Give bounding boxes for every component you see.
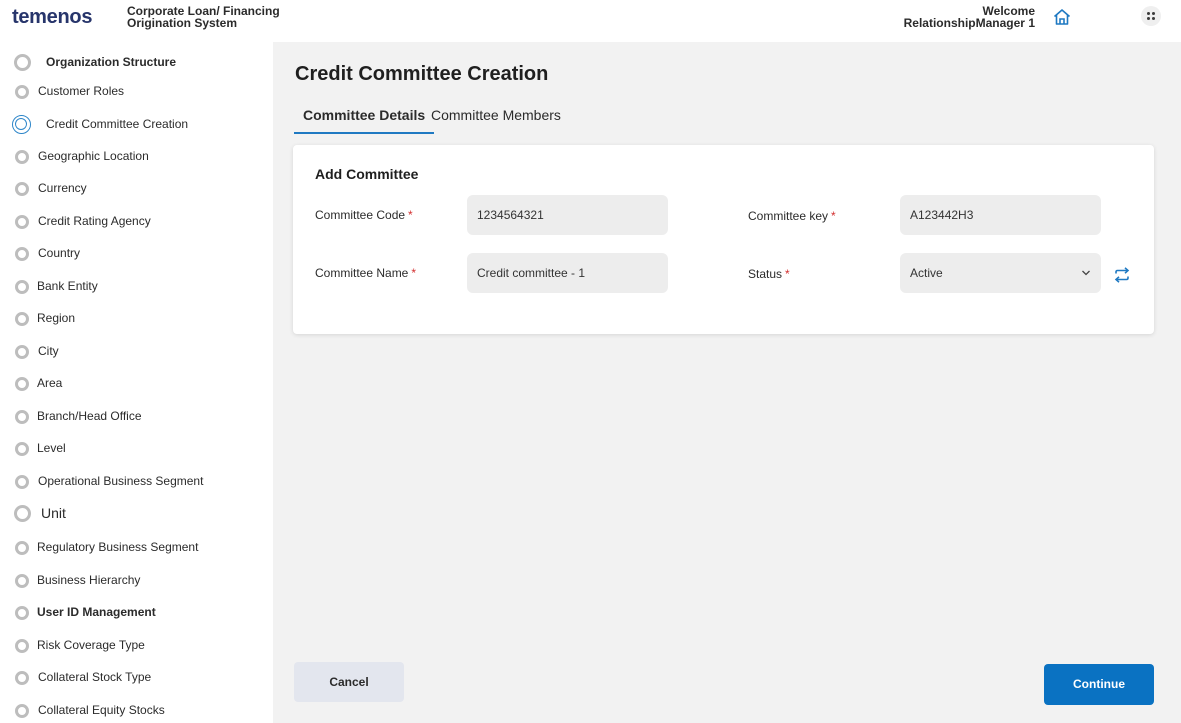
committee-code-label: Committee Code * xyxy=(315,208,413,222)
sidebar-item-operational-business-segment[interactable]: Operational Business Segment xyxy=(0,468,273,498)
required-marker: * xyxy=(785,267,790,281)
sidebar-item-label: Organization Structure xyxy=(46,55,177,69)
radio-icon xyxy=(15,639,29,653)
radio-icon xyxy=(15,312,29,326)
apps-grid-icon[interactable] xyxy=(1141,6,1161,26)
sidebar-item-country[interactable]: Country xyxy=(0,240,273,270)
temenos-logo: temenos xyxy=(12,6,93,28)
sidebar-item-geographic-location[interactable]: Geographic Location xyxy=(0,143,273,173)
sidebar-item-label: Unit xyxy=(41,505,66,521)
sidebar-item-level[interactable]: Level xyxy=(0,435,273,465)
sidebar-item-label: Currency xyxy=(38,181,87,195)
radio-icon xyxy=(15,671,29,685)
committee-name-label: Committee Name * xyxy=(315,266,416,280)
radio-icon xyxy=(15,377,29,391)
sidebar-item-business-hierarchy[interactable]: Business Hierarchy xyxy=(0,567,273,597)
radio-icon xyxy=(15,704,29,718)
status-label: Status * xyxy=(748,267,790,281)
sidebar-item-label: Risk Coverage Type xyxy=(37,638,145,652)
required-marker: * xyxy=(411,266,417,280)
status-label-text: Status xyxy=(748,267,783,281)
required-marker: * xyxy=(831,209,836,223)
sidebar-item-label: Business Hierarchy xyxy=(37,573,141,587)
sidebar-item-customer-roles[interactable]: Customer Roles xyxy=(0,78,273,108)
app-title: Corporate Loan/ Financing Origination Sy… xyxy=(127,5,280,29)
sidebar-item-user-id-management[interactable]: User ID Management xyxy=(0,599,273,629)
radio-icon xyxy=(15,475,29,489)
sidebar-item-label: Area xyxy=(37,376,63,390)
home-icon[interactable] xyxy=(1052,7,1072,27)
cancel-button[interactable]: Cancel xyxy=(294,662,404,702)
page-title: Credit Committee Creation xyxy=(295,63,549,85)
chevron-down-icon xyxy=(1082,270,1090,276)
committee-key-input[interactable]: A123442H3 xyxy=(900,195,1101,235)
radio-icon xyxy=(15,574,29,588)
radio-icon xyxy=(15,215,29,229)
main-content: Credit Committee Creation Committee Deta… xyxy=(273,42,1181,723)
radio-selected-icon xyxy=(12,115,31,134)
user-name: RelationshipManager 1 xyxy=(903,16,1035,30)
committee-key-label-text: Committee key xyxy=(748,209,829,223)
sidebar-item-label: Bank Entity xyxy=(37,279,98,293)
required-marker: * xyxy=(408,208,413,222)
committee-code-label-text: Committee Code xyxy=(315,208,406,222)
radio-icon xyxy=(15,442,29,456)
radio-icon xyxy=(14,505,31,522)
sidebar-item-unit[interactable]: Unit xyxy=(0,500,273,530)
sidebar-item-label: Region xyxy=(37,311,76,325)
sidebar-item-label: Customer Roles xyxy=(38,84,125,98)
sidebar-item-currency[interactable]: Currency xyxy=(0,175,273,205)
app-title-line2: Origination System xyxy=(127,16,238,30)
sidebar-item-regulatory-business-segment[interactable]: Regulatory Business Segment xyxy=(0,534,273,564)
sidebar-nav: Organization Structure Customer Roles Cr… xyxy=(0,42,273,723)
committee-code-input[interactable]: 1234564321 xyxy=(467,195,668,235)
sidebar-item-label: Geographic Location xyxy=(38,149,149,163)
radio-icon xyxy=(15,541,29,555)
sidebar-item-label: Credit Rating Agency xyxy=(38,214,151,228)
sidebar-item-label: Credit Committee Creation xyxy=(46,117,189,131)
sidebar-item-risk-coverage-type[interactable]: Risk Coverage Type xyxy=(0,632,273,662)
sidebar-item-label: Branch/Head Office xyxy=(37,409,142,423)
committee-name-input[interactable]: Credit committee - 1 xyxy=(467,253,668,293)
radio-icon xyxy=(15,280,29,294)
radio-icon xyxy=(14,54,31,71)
tab-committee-members[interactable]: Committee Members xyxy=(422,106,570,134)
radio-icon xyxy=(15,606,29,620)
sidebar-item-collateral-stock-type[interactable]: Collateral Stock Type xyxy=(0,664,273,694)
sidebar-item-bank-entity[interactable]: Bank Entity xyxy=(0,273,273,303)
sidebar-item-label: Operational Business Segment xyxy=(38,474,204,488)
sidebar-item-region[interactable]: Region xyxy=(0,305,273,335)
sidebar-item-label: Collateral Equity Stocks xyxy=(38,703,165,717)
sidebar-item-city[interactable]: City xyxy=(0,338,273,368)
radio-icon xyxy=(15,410,29,424)
status-select-value: Active xyxy=(910,266,943,280)
sidebar-item-label: Regulatory Business Segment xyxy=(37,540,199,554)
sidebar-item-credit-committee-creation[interactable]: Credit Committee Creation xyxy=(0,111,273,141)
radio-icon xyxy=(15,182,29,196)
sidebar-item-label: Country xyxy=(38,246,81,260)
sidebar-item-label: Collateral Stock Type xyxy=(38,670,152,684)
sidebar-item-label: City xyxy=(38,344,59,358)
sidebar-item-label: User ID Management xyxy=(37,605,156,619)
sidebar-item-organization-structure[interactable]: Organization Structure xyxy=(0,49,273,79)
tab-committee-details[interactable]: Committee Details xyxy=(294,106,435,134)
sidebar-item-area[interactable]: Area xyxy=(0,370,273,400)
sidebar-item-collateral-equity-stocks[interactable]: Collateral Equity Stocks xyxy=(0,697,273,723)
add-committee-card: Add Committee Committee Code * 1234564321… xyxy=(293,145,1154,334)
sidebar-item-label: Level xyxy=(37,441,66,455)
radio-icon xyxy=(15,345,29,359)
welcome-text: Welcome RelationshipManager 1 xyxy=(904,5,1035,29)
status-select[interactable]: Active xyxy=(900,253,1101,293)
card-title: Add Committee xyxy=(315,166,419,182)
refresh-icon[interactable] xyxy=(1113,266,1131,284)
app-header: temenos Corporate Loan/ Financing Origin… xyxy=(0,0,1181,42)
radio-icon xyxy=(15,150,29,164)
radio-icon xyxy=(15,85,29,99)
committee-name-label-text: Committee Name xyxy=(315,266,409,280)
sidebar-item-credit-rating-agency[interactable]: Credit Rating Agency xyxy=(0,208,273,238)
committee-key-label: Committee key * xyxy=(748,209,836,223)
continue-button[interactable]: Continue xyxy=(1044,664,1154,705)
sidebar-item-branch-head-office[interactable]: Branch/Head Office xyxy=(0,403,273,433)
radio-icon xyxy=(15,247,29,261)
